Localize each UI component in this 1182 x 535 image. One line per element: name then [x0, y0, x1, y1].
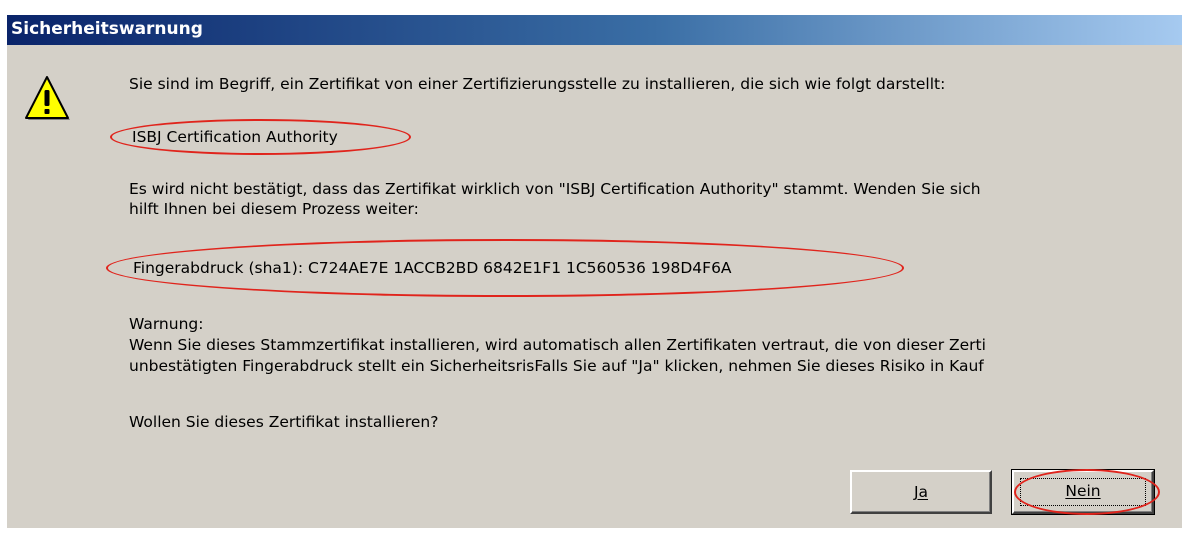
not-verified-text-line1: Es wird nicht bestätigt, dass das Zertif…: [129, 180, 981, 198]
no-button-label: Nein: [1065, 482, 1101, 500]
no-button[interactable]: Nein: [1011, 469, 1155, 515]
dialog-body: Sie sind im Begriff, ein Zertifikat von …: [7, 45, 1182, 528]
yes-button[interactable]: Ja: [850, 470, 992, 514]
window-title: Sicherheitswarnung: [11, 19, 203, 39]
issuer-name: ISBJ Certification Authority: [132, 128, 338, 146]
warning-triangle-icon: [25, 76, 70, 120]
intro-text: Sie sind im Begriff, ein Zertifikat von …: [129, 75, 946, 93]
warning-text-line2: unbestätigten Fingerabdruck stellt ein S…: [129, 357, 984, 375]
fingerprint-text: Fingerabdruck (sha1): C724AE7E 1ACCB2BD …: [133, 259, 732, 277]
title-bar[interactable]: Sicherheitswarnung: [7, 15, 1182, 45]
security-warning-dialog: Sicherheitswarnung Sie sind im Begriff, …: [0, 0, 1182, 535]
yes-button-label: Ja: [913, 483, 929, 501]
not-verified-text-line2: hilft Ihnen bei diesem Prozess weiter:: [129, 200, 419, 218]
install-question: Wollen Sie dieses Zertifikat installiere…: [129, 413, 439, 431]
warning-text-line1: Wenn Sie dieses Stammzertifikat installi…: [129, 336, 986, 354]
warning-heading: Warnung:: [129, 315, 204, 333]
